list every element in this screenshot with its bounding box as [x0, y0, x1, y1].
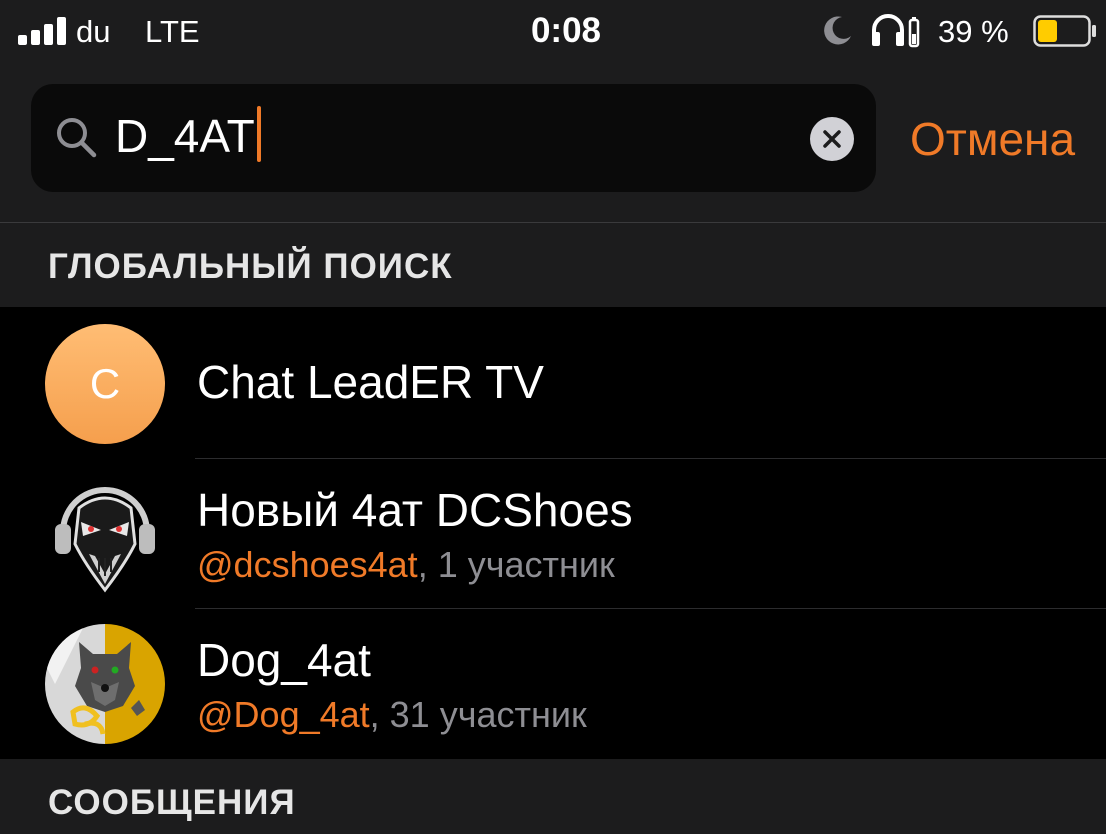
chat-handle[interactable]: @Dog_4at: [197, 694, 370, 735]
section-title: СООБЩЕНИЯ: [48, 783, 296, 822]
text-caret: [256, 106, 261, 162]
clear-search-button[interactable]: [810, 117, 854, 161]
member-count: , 1 участник: [417, 544, 615, 585]
cancel-button[interactable]: Отмена: [910, 112, 1075, 166]
avatar: [45, 624, 165, 744]
chat-title: Chat LeadER TV: [197, 356, 544, 408]
avatar: [45, 474, 165, 594]
avatar: C: [45, 324, 165, 444]
clear-icon: [823, 130, 841, 148]
search-query-text[interactable]: D_4AT: [115, 106, 261, 163]
member-count: , 31 участник: [369, 694, 587, 735]
chat-subtitle: @dcshoes4at, 1 участник: [197, 544, 615, 586]
battery-percent: 39 %: [938, 14, 1009, 49]
chat-subtitle: @Dog_4at, 31 участник: [197, 694, 587, 736]
dog-icon: [45, 624, 165, 744]
status-bar: du LTE 0:08 39 %: [0, 0, 1106, 68]
moon-icon: [824, 16, 851, 45]
battery-icon: [1033, 15, 1096, 47]
section-title: ГЛОБАЛЬНЫЙ ПОИСК: [48, 247, 453, 286]
chat-handle[interactable]: @dcshoes4at: [197, 544, 418, 585]
headphones-icon: [872, 14, 920, 48]
search-bar: D_4AT Отмена: [0, 68, 1106, 222]
list-item[interactable]: C Chat LeadER TV: [0, 307, 1106, 457]
list-item[interactable]: Новый 4ат DCShoes @dcshoes4at, 1 участни…: [0, 459, 1106, 609]
telegram-search-screen: du LTE 0:08 39 % D_4AT Отмена ГЛОБАЛЬНЫЙ…: [0, 0, 1106, 834]
search-icon: [57, 118, 97, 158]
search-input[interactable]: D_4AT: [31, 84, 876, 192]
chat-title: Dog_4at: [197, 634, 371, 686]
section-header-global-search: ГЛОБАЛЬНЫЙ ПОИСК: [0, 223, 1106, 307]
list-item[interactable]: Dog_4at @Dog_4at, 31 участник: [0, 609, 1106, 759]
chat-title: Новый 4ат DCShoes: [197, 484, 633, 536]
section-header-messages: СООБЩЕНИЯ: [0, 759, 1106, 834]
skull-mask-icon: [55, 487, 155, 593]
